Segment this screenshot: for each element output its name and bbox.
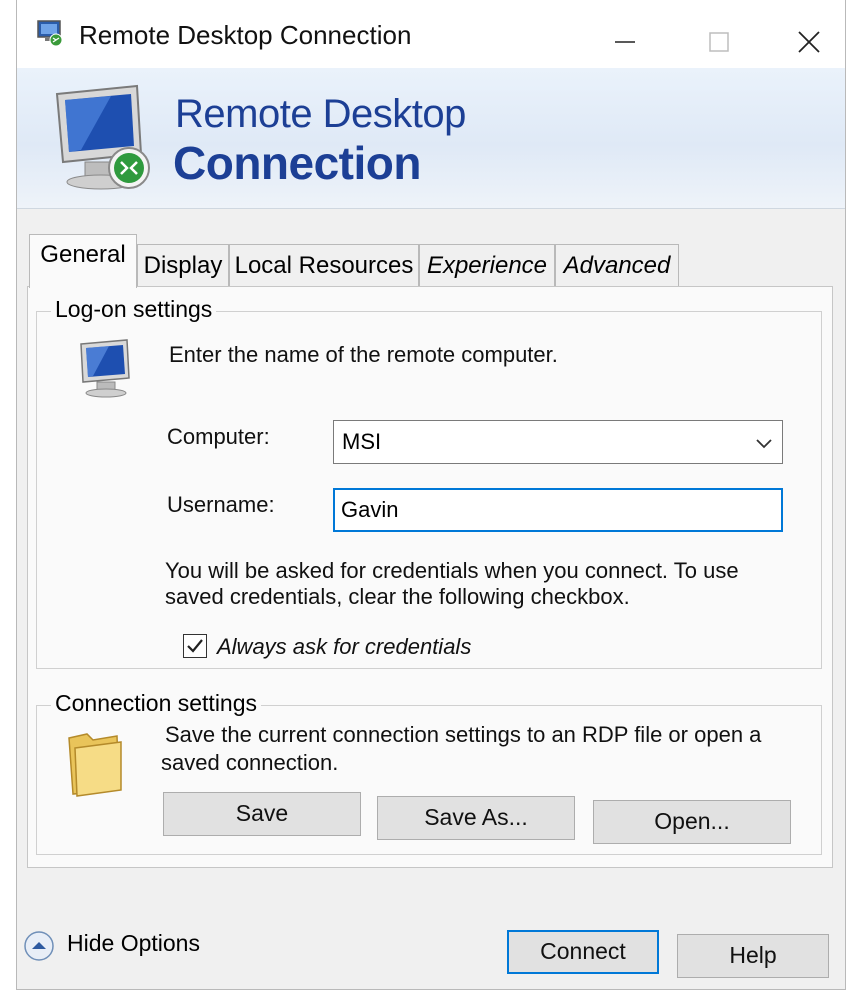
connection-description-line1: Save the current connection settings to … [165,722,762,747]
banner-title-line1: Remote Desktop [175,92,466,136]
save-button[interactable]: Save [163,792,361,836]
checkmark-icon [187,639,203,653]
hide-options-label[interactable]: Hide Options [67,930,200,957]
credentials-note-line1: You will be asked for credentials when y… [165,558,739,583]
tab-experience[interactable]: Experience [419,244,555,286]
logon-settings-group: Log-on settings Enter the name of the re… [36,296,822,669]
banner-title-line2: Connection [173,137,421,189]
connection-settings-title: Connection settings [51,690,262,717]
connection-description-line2: saved connection. [161,750,339,775]
title-bar: Remote Desktop Connection [17,0,845,68]
connect-button[interactable]: Connect [507,930,659,974]
computer-value: MSI [342,429,382,454]
rdp-monitor-icon [37,20,63,47]
close-button[interactable] [789,22,829,62]
tab-general[interactable]: General [29,234,137,288]
rdp-window: Remote Desktop Connection Remote Desktop… [16,0,846,990]
connection-settings-group: Connection settings Save the current con… [36,690,822,855]
folder-icon [68,733,122,797]
logon-settings-title: Log-on settings [51,296,217,323]
tab-advanced[interactable]: Advanced [555,244,679,286]
maximize-button[interactable] [699,22,739,62]
username-label: Username: [167,492,275,517]
computer-label: Computer: [167,424,270,449]
banner: Remote Desktop Connection [17,68,845,209]
tab-display[interactable]: Display [137,244,229,286]
always-ask-checkbox[interactable] [183,634,207,658]
chevron-up-circle-icon[interactable] [23,930,55,962]
always-ask-label[interactable]: Always ask for credentials [217,634,471,660]
help-button[interactable]: Help [677,934,829,978]
remote-desktop-monitor-icon [55,84,150,190]
save-as-button[interactable]: Save As... [377,796,575,840]
logon-instruction: Enter the name of the remote computer. [169,342,558,367]
chevron-down-icon[interactable] [752,431,776,455]
credentials-note-line2: saved credentials, clear the following c… [165,584,630,609]
computer-icon [80,339,130,398]
open-button[interactable]: Open... [593,800,791,844]
window-title: Remote Desktop Connection [79,20,412,50]
tab-local-resources[interactable]: Local Resources [229,244,419,286]
general-tab-panel: Log-on settings Enter the name of the re… [27,286,833,868]
computer-combobox[interactable]: MSI [333,420,783,464]
username-input[interactable] [333,488,783,532]
minimize-button[interactable] [605,22,645,62]
